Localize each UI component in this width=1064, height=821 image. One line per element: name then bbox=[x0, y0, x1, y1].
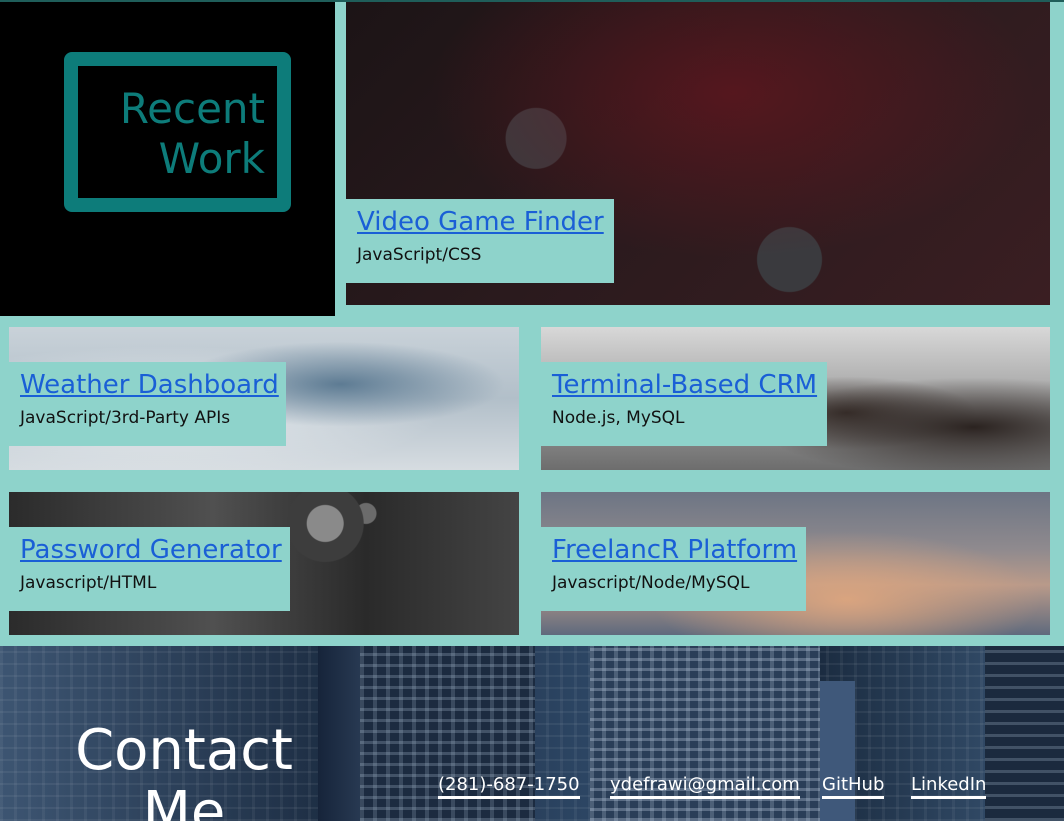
project-tech: Javascript/Node/MySQL bbox=[552, 573, 750, 593]
project-card-password-generator: Password Generator Javascript/HTML bbox=[9, 492, 519, 635]
project-caption: Password Generator Javascript/HTML bbox=[9, 527, 290, 611]
recent-work-header: Recent Work bbox=[0, 2, 335, 316]
contact-title: Contact Me bbox=[75, 718, 293, 821]
project-tech: Node.js, MySQL bbox=[552, 408, 685, 428]
project-tech: JavaScript/CSS bbox=[357, 245, 482, 265]
project-card-terminal-crm: Terminal-Based CRM Node.js, MySQL bbox=[541, 327, 1050, 470]
project-link-terminal-crm[interactable]: Terminal-Based CRM bbox=[552, 362, 817, 400]
project-link-freelancr-platform[interactable]: FreelancR Platform bbox=[552, 527, 797, 565]
project-caption: Video Game Finder JavaScript/CSS bbox=[346, 199, 614, 283]
skyline-building bbox=[318, 646, 366, 821]
project-link-video-game-finder[interactable]: Video Game Finder bbox=[357, 199, 604, 237]
project-link-password-generator[interactable]: Password Generator bbox=[20, 527, 282, 565]
recent-work-frame: Recent Work bbox=[64, 52, 291, 212]
project-card-video-game-finder: Video Game Finder JavaScript/CSS bbox=[346, 2, 1050, 305]
github-link[interactable]: GitHub bbox=[822, 774, 885, 799]
skyline-building bbox=[820, 681, 855, 821]
contact-section: Contact Me (281)-687-1750 ydefrawi@gmail… bbox=[0, 646, 1064, 821]
project-tech: Javascript/HTML bbox=[20, 573, 157, 593]
project-link-weather-dashboard[interactable]: Weather Dashboard bbox=[20, 362, 279, 400]
project-caption: Weather Dashboard JavaScript/3rd-Party A… bbox=[9, 362, 286, 446]
email-link[interactable]: ydefrawi@gmail.com bbox=[610, 774, 800, 799]
project-tech: JavaScript/3rd-Party APIs bbox=[20, 408, 231, 428]
linkedin-link[interactable]: LinkedIn bbox=[911, 774, 987, 799]
project-caption: FreelancR Platform Javascript/Node/MySQL bbox=[541, 527, 806, 611]
phone-link[interactable]: (281)-687-1750 bbox=[438, 774, 580, 799]
project-card-freelancr-platform: FreelancR Platform Javascript/Node/MySQL bbox=[541, 492, 1050, 635]
recent-work-title: Recent Work bbox=[119, 84, 265, 183]
skyline-building bbox=[985, 646, 1064, 821]
project-card-weather-dashboard: Weather Dashboard JavaScript/3rd-Party A… bbox=[9, 327, 519, 470]
project-caption: Terminal-Based CRM Node.js, MySQL bbox=[541, 362, 827, 446]
